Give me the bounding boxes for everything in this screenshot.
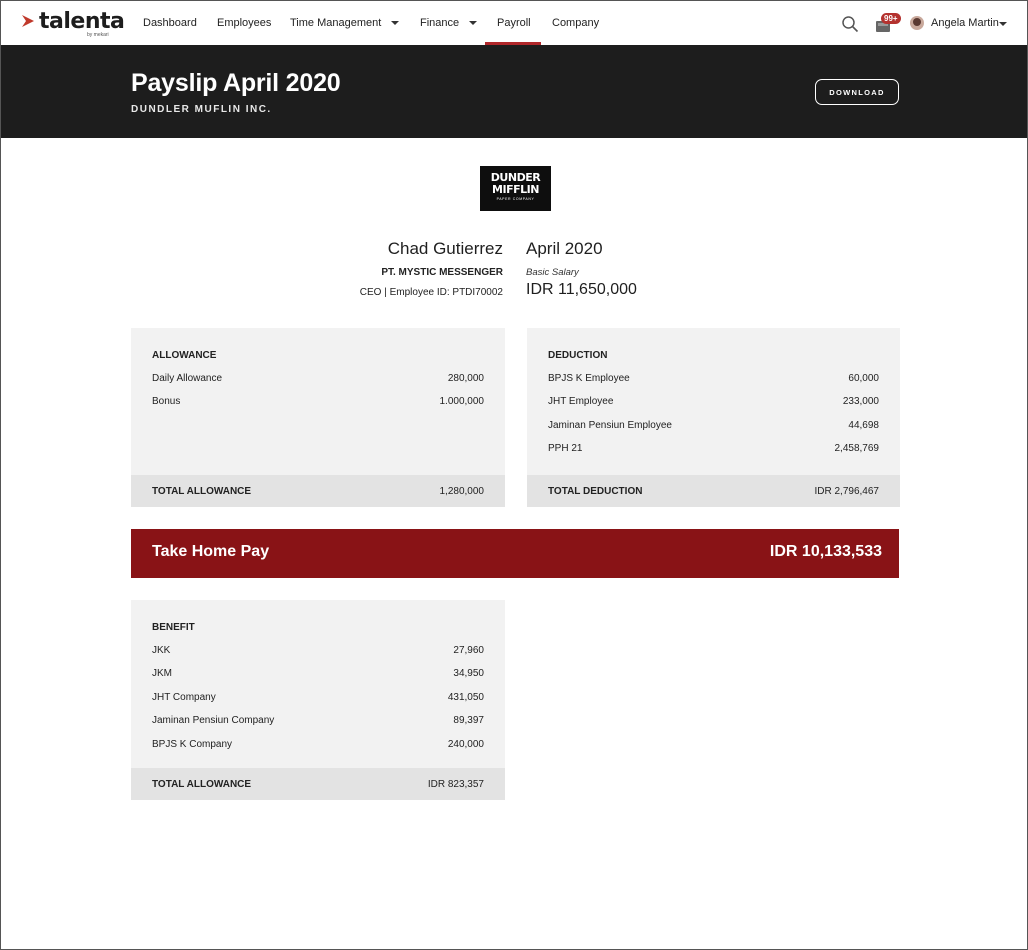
search-icon[interactable] xyxy=(841,15,859,33)
total-value: IDR 823,357 xyxy=(427,778,484,790)
list-item: JKK 27,960 xyxy=(152,645,484,659)
benefit-title: BENEFIT xyxy=(152,622,195,633)
total-value: 1,280,000 xyxy=(439,485,485,497)
chevron-down-icon[interactable] xyxy=(999,22,1007,26)
app-window: talenta by mekari Dashboard Employees Ti… xyxy=(0,0,1028,950)
item-value: 240,000 xyxy=(447,739,484,750)
nav-item-dashboard[interactable]: Dashboard xyxy=(143,1,197,45)
item-name: JKM xyxy=(152,668,172,679)
chevron-down-icon xyxy=(469,21,478,26)
list-item: Bonus 1.000,000 xyxy=(152,396,484,410)
nav-item-finance[interactable]: Finance xyxy=(420,1,478,45)
benefit-total-row: TOTAL ALLOWANCE IDR 823,357 xyxy=(131,768,505,800)
download-button[interactable]: DOWNLOAD xyxy=(815,79,899,105)
list-item: Jaminan Pensiun Employee 44,698 xyxy=(548,420,879,434)
take-home-pay-bar: Take Home Pay IDR 10,133,533 xyxy=(131,529,899,578)
list-item: Daily Allowance 280,000 xyxy=(152,373,484,387)
nav-item-employees[interactable]: Employees xyxy=(217,1,271,45)
item-value: 2,458,769 xyxy=(834,443,880,454)
avatar[interactable] xyxy=(910,16,924,30)
take-home-value: IDR 10,133,533 xyxy=(769,543,882,560)
chevron-down-icon xyxy=(391,21,400,26)
nav-item-time-management-label: Time Management xyxy=(290,17,382,29)
item-name: JHT Company xyxy=(152,692,216,703)
list-item: PPH 21 2,458,769 xyxy=(548,443,879,457)
benefit-card: BENEFIT JKK 27,960 JKM 34,950 JHT Compan… xyxy=(131,600,505,800)
item-name: Jaminan Pensiun Company xyxy=(152,715,275,726)
list-item: JHT Employee 233,000 xyxy=(548,396,879,410)
item-name: JKK xyxy=(152,645,171,656)
list-item: Jaminan Pensiun Company 89,397 xyxy=(152,715,484,729)
user-menu-name[interactable]: Angela Martin xyxy=(931,1,999,45)
company-logo-line3: PAPER COMPANY xyxy=(496,197,535,201)
list-item: BPJS K Company 240,000 xyxy=(152,739,484,753)
item-value: 27,960 xyxy=(453,645,484,656)
allowance-total-row: TOTAL ALLOWANCE 1,280,000 xyxy=(131,475,505,507)
basic-salary-label: Basic Salary xyxy=(526,267,579,278)
item-name: BPJS K Employee xyxy=(548,373,630,384)
nav-item-company[interactable]: Company xyxy=(552,1,599,45)
item-value: 233,000 xyxy=(842,396,879,407)
nav-item-time-management[interactable]: Time Management xyxy=(290,1,400,45)
total-label: TOTAL ALLOWANCE xyxy=(152,485,252,497)
item-value: 44,698 xyxy=(848,420,879,431)
item-value: 280,000 xyxy=(447,373,484,384)
employee-role-id: CEO | Employee ID: PTDI70002 xyxy=(359,287,503,298)
list-item: JHT Company 431,050 xyxy=(152,692,484,706)
nav-item-payroll[interactable]: Payroll xyxy=(497,1,531,45)
item-name: PPH 21 xyxy=(548,443,583,454)
pay-period: April 2020 xyxy=(526,239,603,258)
item-name: Bonus xyxy=(152,396,181,407)
nav-item-finance-label: Finance xyxy=(420,17,460,29)
employee-name: Chad Gutierrez xyxy=(387,239,503,258)
company-name: DUNDLER MUFLIN INC. xyxy=(131,104,272,115)
total-label: TOTAL DEDUCTION xyxy=(548,485,643,497)
item-name: JHT Employee xyxy=(548,396,614,407)
take-home-label: Take Home Pay xyxy=(152,543,270,560)
deduction-total-row: TOTAL DEDUCTION IDR 2,796,467 xyxy=(527,475,900,507)
deduction-card: DEDUCTION BPJS K Employee 60,000 JHT Emp… xyxy=(527,328,900,507)
talenta-logo[interactable]: talenta by mekari xyxy=(21,9,125,39)
item-value: 431,050 xyxy=(447,692,484,703)
company-logo: DUNDER MIFFLIN PAPER COMPANY xyxy=(480,166,551,211)
item-value: 60,000 xyxy=(848,373,879,384)
item-name: Daily Allowance xyxy=(152,373,223,384)
item-value: 1.000,000 xyxy=(439,396,485,407)
total-value: IDR 2,796,467 xyxy=(814,485,880,497)
notification-badge: 99+ xyxy=(881,13,901,24)
allowance-card: ALLOWANCE Daily Allowance 280,000 Bonus … xyxy=(131,328,505,507)
item-name: BPJS K Company xyxy=(152,739,233,750)
deduction-title: DEDUCTION xyxy=(548,350,608,361)
logo-subtext: by mekari xyxy=(87,32,109,38)
list-item: BPJS K Employee 60,000 xyxy=(548,373,879,387)
logo-chevron-icon xyxy=(22,15,34,27)
item-value: 89,397 xyxy=(453,715,484,726)
item-value: 34,950 xyxy=(453,668,484,679)
list-item: JKM 34,950 xyxy=(152,668,484,682)
employee-company: PT. MYSTIC MESSENGER xyxy=(381,267,503,278)
total-label: TOTAL ALLOWANCE xyxy=(152,778,252,790)
logo-text: talenta xyxy=(39,9,125,34)
payslip-header: Payslip April 2020 DUNDLER MUFLIN INC. D… xyxy=(1,45,1027,138)
allowance-title: ALLOWANCE xyxy=(152,350,217,361)
item-name: Jaminan Pensiun Employee xyxy=(548,420,672,431)
page-title: Payslip April 2020 xyxy=(131,69,341,97)
basic-salary-value: IDR 11,650,000 xyxy=(526,281,637,298)
top-navbar: talenta by mekari Dashboard Employees Ti… xyxy=(1,1,1027,45)
company-logo-line2: MIFFLIN xyxy=(492,183,539,196)
